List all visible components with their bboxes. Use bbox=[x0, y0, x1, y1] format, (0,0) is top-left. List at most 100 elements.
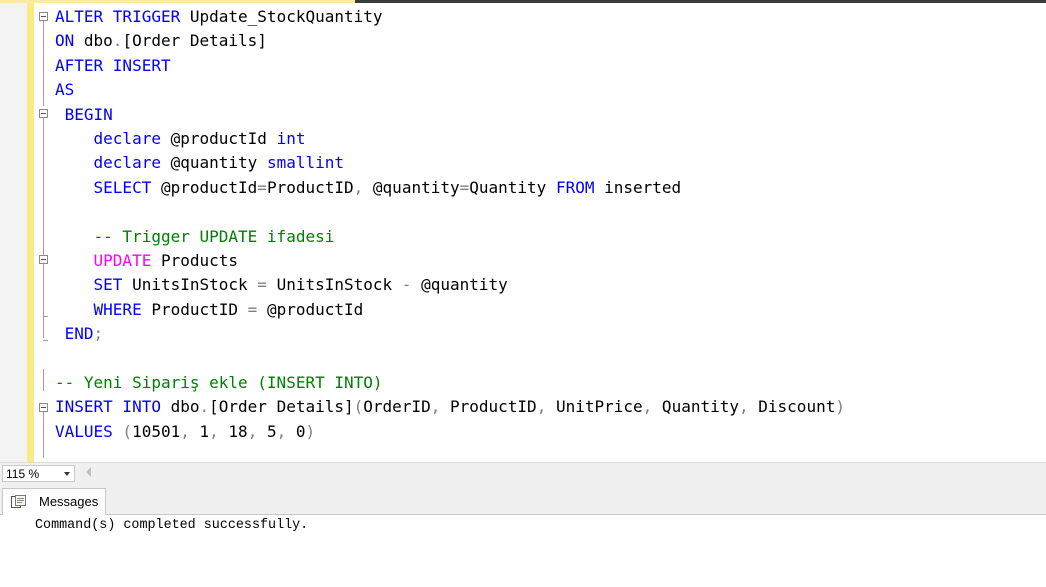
code-token: int bbox=[276, 128, 306, 148]
code-line[interactable]: ALTER TRIGGER Update_StockQuantity bbox=[55, 5, 845, 29]
results-tab-strip bbox=[0, 484, 1046, 514]
code-line[interactable]: INSERT INTO dbo.[Order Details](OrderID,… bbox=[55, 395, 845, 419]
sql-code[interactable]: ALTER TRIGGER Update_StockQuantity ON dbo… bbox=[55, 5, 845, 444]
code-token: @quantity bbox=[160, 153, 267, 173]
code-token: UPDATE bbox=[55, 250, 152, 270]
code-line[interactable]: AFTER INSERT bbox=[55, 54, 845, 78]
code-line[interactable]: -- Trigger UPDATE ifadesi bbox=[55, 225, 845, 249]
code-token: ON bbox=[55, 31, 75, 51]
outline-line bbox=[43, 412, 44, 458]
document-tab-strip bbox=[0, 0, 1046, 3]
code-token: [Order Details] bbox=[209, 397, 354, 417]
code-token: , bbox=[247, 421, 258, 441]
code-token: VALUES bbox=[55, 421, 113, 441]
scroll-left-arrow-icon[interactable] bbox=[86, 467, 91, 477]
chevron-down-icon[interactable] bbox=[64, 472, 70, 476]
code-line[interactable]: SELECT @productId=ProductID, @quantity=Q… bbox=[55, 176, 845, 200]
code-token: , bbox=[353, 177, 364, 197]
code-token: declare bbox=[55, 153, 161, 173]
code-token: @quantity bbox=[411, 275, 508, 295]
zoom-dropdown[interactable]: 115 % bbox=[2, 465, 75, 482]
code-line[interactable]: declare @quantity smallint bbox=[55, 151, 845, 175]
code-token: . bbox=[199, 397, 210, 417]
code-token: AFTER INSERT bbox=[55, 55, 171, 75]
code-line[interactable]: -- Yeni Sipariş ekle (INSERT INTO) bbox=[55, 371, 845, 395]
code-token: SET bbox=[55, 275, 123, 295]
code-token: OrderID bbox=[363, 397, 431, 417]
query-editor[interactable]: ALTER TRIGGER Update_StockQuantity ON dbo… bbox=[0, 0, 1046, 462]
indicator-margin bbox=[0, 3, 27, 462]
code-token: @quantity bbox=[363, 177, 460, 197]
code-line[interactable]: ON dbo.[Order Details] bbox=[55, 29, 845, 53]
results-pane: Messages Command(s) completed successful… bbox=[0, 484, 1046, 587]
collapse-box-icon[interactable] bbox=[39, 12, 48, 21]
code-line[interactable]: END; bbox=[55, 322, 845, 346]
code-token: -- Yeni Sipariş ekle (INSERT INTO) bbox=[55, 372, 383, 392]
code-token: ALTER TRIGGER bbox=[55, 7, 181, 26]
code-line[interactable]: declare @productId int bbox=[55, 127, 845, 151]
code-token: 18 bbox=[218, 421, 248, 441]
code-line[interactable] bbox=[55, 346, 845, 370]
code-token: = bbox=[257, 275, 267, 295]
active-tab-edge bbox=[0, 0, 355, 3]
code-token: UnitsInStock bbox=[122, 275, 258, 295]
outline-line bbox=[43, 369, 44, 391]
code-token: - bbox=[401, 275, 412, 295]
messages-icon bbox=[11, 495, 26, 508]
tab-messages[interactable]: Messages bbox=[2, 488, 106, 515]
code-token: = bbox=[247, 299, 258, 319]
code-token: Products bbox=[151, 250, 239, 270]
code-token: , bbox=[209, 421, 219, 441]
code-token: ProductID bbox=[440, 397, 537, 417]
code-token: , bbox=[642, 397, 653, 417]
collapse-box-icon[interactable] bbox=[39, 109, 48, 118]
code-token: AS bbox=[55, 80, 75, 100]
code-token: Update_StockQuantity bbox=[180, 7, 383, 26]
code-token: Quantity bbox=[469, 177, 556, 197]
code-token: UnitPrice bbox=[546, 397, 643, 417]
code-token: smallint bbox=[266, 153, 344, 173]
code-token: -- Trigger UPDATE ifadesi bbox=[55, 226, 335, 246]
code-token: ) bbox=[835, 397, 845, 417]
code-line[interactable]: BEGIN bbox=[55, 103, 845, 127]
zoom-value: 115 % bbox=[6, 467, 40, 481]
code-token: @productId bbox=[151, 177, 258, 197]
code-token: WHERE bbox=[55, 299, 142, 319]
collapse-box-icon[interactable] bbox=[39, 255, 48, 264]
code-token: 5 bbox=[257, 421, 277, 441]
code-line[interactable]: VALUES (10501, 1, 18, 5, 0) bbox=[55, 420, 845, 444]
editor-status-bar: 115 % bbox=[0, 462, 1046, 484]
code-line[interactable] bbox=[55, 200, 845, 224]
code-line[interactable]: AS bbox=[55, 78, 845, 102]
code-token: , bbox=[180, 421, 190, 441]
outline-line bbox=[43, 118, 44, 338]
code-token: FROM bbox=[555, 177, 595, 197]
outline-end-tick bbox=[43, 340, 48, 341]
code-token: = bbox=[459, 177, 470, 197]
code-token: 1 bbox=[189, 421, 210, 441]
code-token: declare bbox=[55, 128, 161, 148]
code-token: [Order Details] bbox=[122, 31, 267, 51]
code-line[interactable]: WHERE ProductID = @productId bbox=[55, 298, 845, 322]
code-token: , bbox=[536, 397, 547, 417]
code-token: UnitsInStock bbox=[266, 275, 402, 295]
code-token: dbo bbox=[160, 397, 200, 417]
code-token: , bbox=[430, 397, 441, 417]
code-token: @productId bbox=[160, 128, 277, 148]
collapse-box-icon[interactable] bbox=[39, 403, 48, 412]
code-token: 10501 bbox=[132, 421, 181, 441]
outline-line bbox=[43, 21, 44, 106]
code-line[interactable]: SET UnitsInStock = UnitsInStock - @quant… bbox=[55, 273, 845, 297]
change-tracking-bar bbox=[27, 3, 34, 462]
code-token: Quantity bbox=[652, 397, 739, 417]
code-token: INSERT INTO bbox=[55, 397, 161, 417]
code-token: ProductID bbox=[141, 299, 248, 319]
code-token: ( bbox=[353, 397, 364, 417]
code-token: Discount bbox=[748, 397, 836, 417]
tab-messages-label: Messages bbox=[39, 494, 99, 509]
code-token: dbo bbox=[74, 31, 113, 51]
code-token: 0 bbox=[286, 421, 306, 441]
code-token: ) bbox=[305, 421, 316, 441]
tab-divider bbox=[0, 514, 1046, 515]
code-line[interactable]: UPDATE Products bbox=[55, 249, 845, 273]
